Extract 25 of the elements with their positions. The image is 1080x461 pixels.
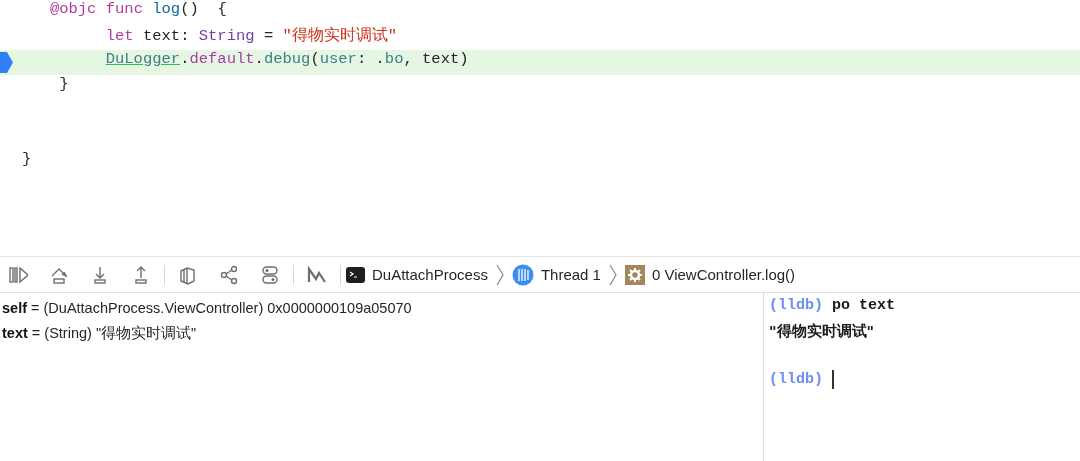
chevron-icon xyxy=(495,263,504,286)
continue-icon[interactable] xyxy=(8,264,28,285)
terminal-icon xyxy=(346,266,365,283)
toggles-icon[interactable] xyxy=(260,264,280,285)
breadcrumb-item[interactable]: DuAttachProcess xyxy=(372,266,488,283)
variable-row[interactable]: self = (DuAttachProcess.ViewController) 0x0000000109a05070 xyxy=(2,300,412,316)
console-command: po text xyxy=(832,296,896,316)
thread-icon xyxy=(511,263,534,286)
code-line: let text: String = "得物实时调试" xyxy=(104,27,398,45)
lldb-prompt: (lldb) xyxy=(769,369,823,390)
graph-nodes-icon[interactable] xyxy=(219,264,239,285)
code-line: } xyxy=(58,75,69,93)
code-line: DuLogger.default.debug(user: .bo, text) xyxy=(104,50,469,68)
chevron-icon xyxy=(608,263,617,286)
lldb-prompt: (lldb) xyxy=(769,296,823,316)
code-line: } xyxy=(22,150,32,168)
breadcrumb-item[interactable]: 0 ViewController.log() xyxy=(651,266,796,283)
console-output: "得物实时调试" xyxy=(769,321,875,341)
breadcrumb-item[interactable]: Thread 1 xyxy=(540,266,601,283)
code-line: @objc func log() { xyxy=(48,0,227,18)
text-cursor xyxy=(832,370,834,390)
variable-row[interactable]: text = (String) "得物实时调试" xyxy=(2,325,197,341)
layers-icon[interactable] xyxy=(178,264,198,285)
gear-icon xyxy=(624,264,645,285)
breakpoint-icon[interactable] xyxy=(0,52,13,73)
